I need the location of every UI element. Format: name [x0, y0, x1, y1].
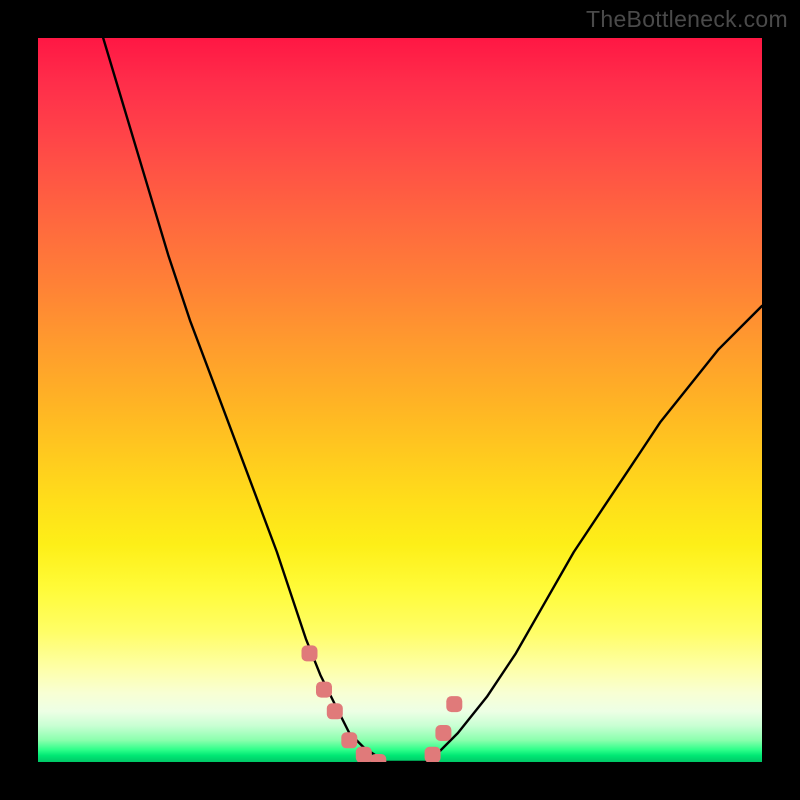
- marker-dot: [370, 754, 386, 762]
- plot-area: [38, 38, 762, 762]
- marker-dot: [341, 732, 357, 748]
- marker-dot: [316, 682, 332, 698]
- marker-dot: [356, 747, 372, 762]
- marker-dot: [435, 725, 451, 741]
- chart-svg: [38, 38, 762, 762]
- source-attribution: TheBottleneck.com: [586, 6, 788, 33]
- marker-dot: [327, 703, 343, 719]
- marker-dot: [302, 645, 318, 661]
- optimal-zone-markers: [302, 645, 463, 762]
- marker-dot: [446, 696, 462, 712]
- bottleneck-curve: [103, 38, 762, 762]
- marker-dot: [425, 747, 441, 762]
- chart-frame: TheBottleneck.com: [0, 0, 800, 800]
